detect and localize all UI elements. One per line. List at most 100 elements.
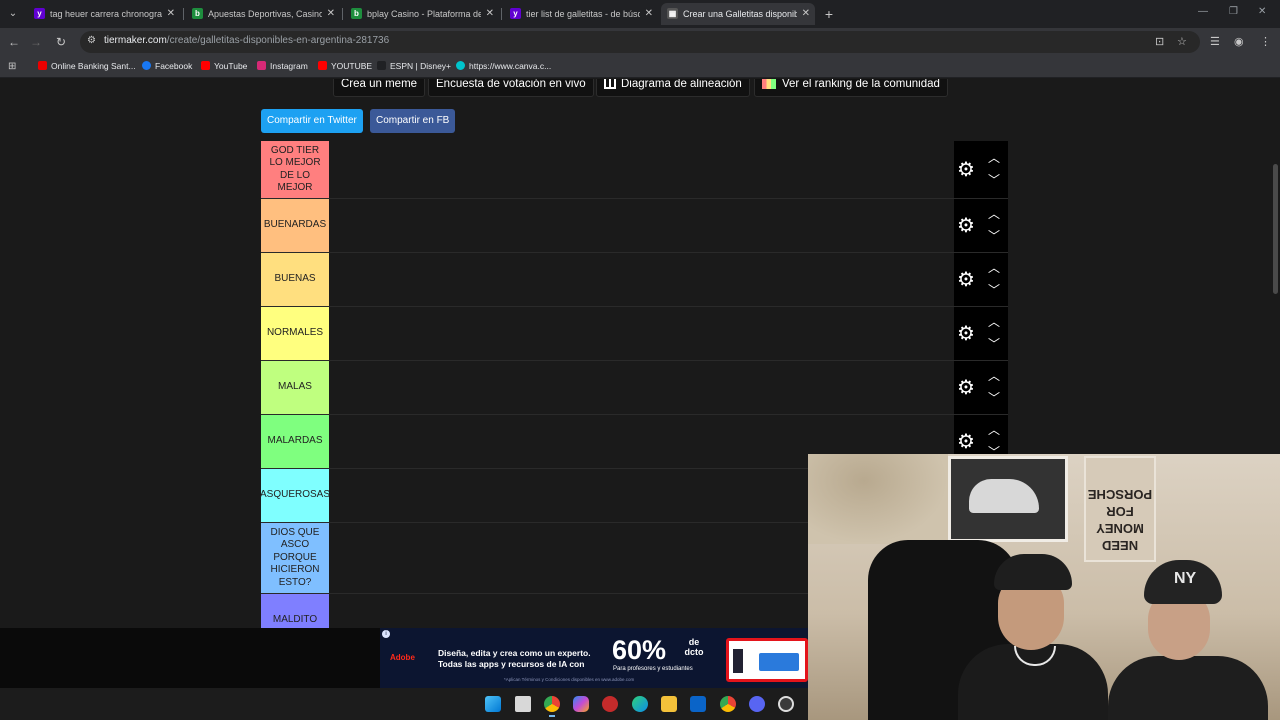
poll-label: Encuesta de votación en vivo xyxy=(436,79,586,90)
santander-icon xyxy=(38,61,47,70)
scrollbar-thumb[interactable] xyxy=(1273,164,1278,294)
translate-icon[interactable]: ⊡ xyxy=(1155,35,1164,49)
tab-1[interactable]: b Apuestas Deportivas, Casino Online ✕ xyxy=(186,3,340,25)
chevron-down-icon[interactable]: ﹀ xyxy=(988,230,1000,242)
cap-logo: NY xyxy=(1174,570,1197,587)
discord-icon[interactable] xyxy=(749,696,765,712)
bookmark-label: YOUTUBE xyxy=(331,61,373,71)
chevron-down-icon[interactable]: ﹀ xyxy=(988,392,1000,404)
tab-2[interactable]: b bplay Casino - Plataforma de Casino ✕ xyxy=(345,3,499,25)
window-close-icon[interactable]: ✕ xyxy=(1258,6,1266,17)
site-info-icon[interactable]: ⚙ xyxy=(87,35,96,46)
adobe-logo: Adobe xyxy=(390,653,415,662)
file-explorer-icon[interactable] xyxy=(661,696,677,712)
bookmark-item[interactable]: YOUTUBE xyxy=(318,61,372,71)
tier-drop-zone[interactable] xyxy=(329,253,953,306)
bookmark-item[interactable]: YouTube xyxy=(201,61,247,71)
tier-label[interactable]: MALARDAS xyxy=(261,415,329,468)
share-facebook-button[interactable]: Compartir en FB xyxy=(370,109,456,133)
copilot-icon[interactable] xyxy=(573,696,589,712)
bookmark-item[interactable]: Facebook xyxy=(142,61,192,71)
url-domain: tiermaker.com xyxy=(104,35,167,46)
chevron-up-icon[interactable]: ︿ xyxy=(988,152,1000,164)
adobe-ad-banner[interactable]: i Adobe Diseña, edita y crea como un exp… xyxy=(380,628,808,688)
browser-toolbar: ← → ↻ ⚙ tiermaker.com/create/galletitas-… xyxy=(0,28,1280,56)
tier-drop-zone[interactable] xyxy=(329,307,953,360)
close-icon[interactable]: ✕ xyxy=(645,3,653,25)
edge-icon[interactable] xyxy=(632,696,648,712)
minimize-icon[interactable]: — xyxy=(1198,6,1208,17)
tier-label[interactable]: GOD TIER LO MEJOR DE LO MEJOR xyxy=(261,141,329,198)
bookmark-item[interactable]: ESPN | Disney+ xyxy=(377,61,451,71)
espn-icon xyxy=(377,61,386,70)
chevron-up-icon[interactable]: ︿ xyxy=(988,262,1000,274)
tier-label[interactable]: NORMALES xyxy=(261,307,329,360)
live-poll-button[interactable]: Encuesta de votación en vivo xyxy=(428,79,594,97)
chevron-up-icon[interactable]: ︿ xyxy=(988,370,1000,382)
new-tab-icon[interactable]: + xyxy=(821,6,837,22)
gear-icon[interactable]: ⚙ xyxy=(956,160,976,180)
gear-icon[interactable]: ⚙ xyxy=(956,432,976,452)
gear-icon[interactable]: ⚙ xyxy=(956,270,976,290)
tab-search-icon[interactable]: ⌄ xyxy=(4,5,22,23)
close-icon[interactable]: ✕ xyxy=(486,3,494,25)
chevron-down-icon[interactable]: ﹀ xyxy=(988,284,1000,296)
ad-headline-2: Todas las apps y recursos de IA con xyxy=(438,659,585,669)
webcam-person-left xyxy=(958,554,1108,720)
bookmark-item[interactable]: Instagram xyxy=(257,61,308,71)
media-icon[interactable]: ☰ xyxy=(1210,35,1220,49)
chrome-icon[interactable] xyxy=(720,696,736,712)
apps-icon[interactable]: ⊞ xyxy=(8,61,16,72)
ad-choices-icon[interactable]: i xyxy=(382,630,390,638)
bookmark-item[interactable]: https://www.canva.c... xyxy=(456,61,551,71)
gear-icon[interactable]: ⚙ xyxy=(956,216,976,236)
community-ranking-button[interactable]: Ver el ranking de la comunidad xyxy=(754,79,948,97)
create-meme-button[interactable]: Crea un meme xyxy=(333,79,426,97)
webcam-plant xyxy=(808,454,948,544)
chrome-icon[interactable] xyxy=(544,696,560,717)
chevron-up-icon[interactable]: ︿ xyxy=(988,316,1000,328)
app-icon[interactable] xyxy=(602,696,618,712)
forward-icon[interactable]: → xyxy=(28,34,44,50)
tab-0[interactable]: y tag heuer carrera chronograph ✕ xyxy=(28,3,180,25)
tab-4-active[interactable]: ▦ Crear una Galletitas disponibles ✕ xyxy=(661,3,815,25)
tier-label[interactable]: BUENAS xyxy=(261,253,329,306)
chevron-down-icon[interactable]: ﹀ xyxy=(988,338,1000,350)
menu-icon[interactable]: ⋮ xyxy=(1260,35,1271,49)
tab-title: bplay Casino - Plataforma de Casino xyxy=(367,9,481,19)
bookmark-item[interactable]: Online Banking Sant... xyxy=(38,61,136,71)
task-view-icon[interactable] xyxy=(515,696,531,712)
tier-label[interactable]: MALAS xyxy=(261,361,329,414)
close-icon[interactable]: ✕ xyxy=(327,3,335,25)
reload-icon[interactable]: ↻ xyxy=(53,34,69,50)
gear-icon[interactable]: ⚙ xyxy=(956,324,976,344)
gear-icon[interactable]: ⚙ xyxy=(956,378,976,398)
chevron-down-icon[interactable]: ﹀ xyxy=(988,174,1000,186)
chevron-up-icon[interactable]: ︿ xyxy=(988,208,1000,220)
tier-drop-zone[interactable] xyxy=(329,199,953,252)
bookmark-star-icon[interactable]: ☆ xyxy=(1177,35,1187,49)
address-bar[interactable]: ⚙ tiermaker.com/create/galletitas-dispon… xyxy=(80,31,1200,53)
close-icon[interactable]: ✕ xyxy=(167,3,175,25)
tier-label[interactable]: DIOS QUE ASCO PORQUE HICIERON ESTO? xyxy=(261,523,329,593)
close-icon[interactable]: ✕ xyxy=(802,3,810,25)
windows-icon[interactable] xyxy=(485,696,501,712)
maximize-icon[interactable]: ❐ xyxy=(1229,6,1238,17)
chevron-up-icon[interactable]: ︿ xyxy=(988,424,1000,436)
webcam-person-right: NY xyxy=(1108,560,1268,720)
profile-icon[interactable]: ◉ xyxy=(1234,35,1244,49)
tier-drop-zone[interactable] xyxy=(329,141,953,198)
tier-drop-zone[interactable] xyxy=(329,361,953,414)
tier-label[interactable]: BUENARDAS xyxy=(261,199,329,252)
grid-icon xyxy=(604,79,616,89)
tier-row: BUENARDAS ⚙ ︿ ﹀ xyxy=(261,199,1008,253)
tier-label[interactable]: ASQUEROSAS xyxy=(260,469,330,522)
share-twitter-button[interactable]: Compartir en Twitter xyxy=(261,109,363,133)
tab-3[interactable]: y tier list de galletitas - de búsqueda … xyxy=(504,3,658,25)
outlook-icon[interactable] xyxy=(690,696,706,712)
back-icon[interactable]: ← xyxy=(6,34,22,50)
url-path: /create/galletitas-disponibles-en-argent… xyxy=(166,35,390,46)
tier-controls: ⚙ ︿ ﹀ xyxy=(954,141,1008,198)
obs-icon[interactable] xyxy=(778,696,794,712)
alignment-chart-button[interactable]: Diagrama de alineación xyxy=(596,79,750,97)
